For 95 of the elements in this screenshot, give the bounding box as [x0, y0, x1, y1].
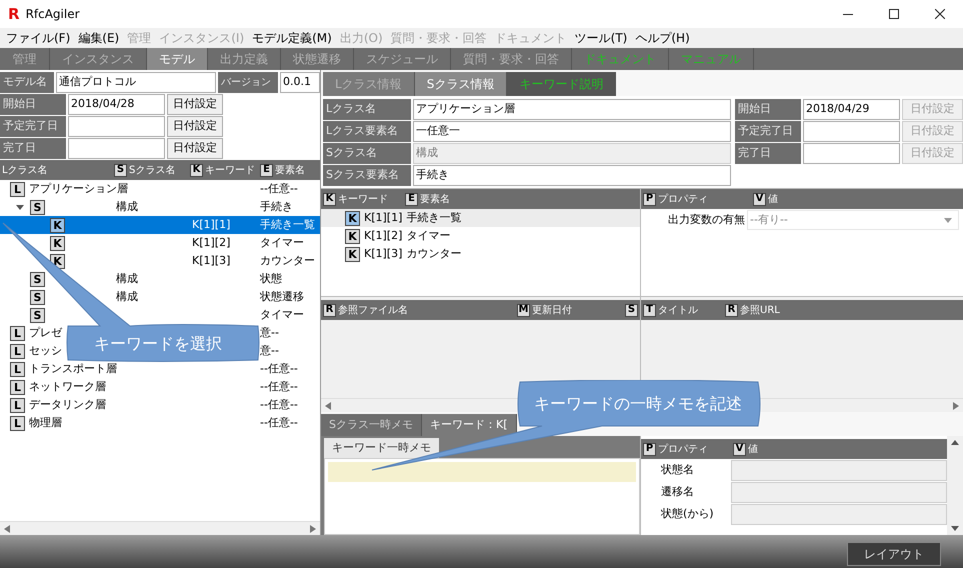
element-label: カウンター [406, 246, 462, 262]
letter-badge: T [643, 304, 656, 316]
tree-cell-text: カウンター [259, 254, 315, 267]
letter-badge: L [10, 398, 25, 412]
letter-badge: K [345, 246, 360, 262]
column-header: 参照URL [740, 304, 780, 318]
letter-badge: L [10, 362, 25, 376]
field-label: Lクラス要素名 [323, 121, 411, 142]
column-header: タイトル [658, 304, 698, 318]
tree-cell-text: 手続き [259, 200, 293, 213]
tree-cell-text: 構成 [115, 290, 138, 303]
letter-badge: P [643, 192, 656, 206]
tree-cell-text: --任意-- [259, 398, 298, 411]
element-label: タイマー [406, 228, 450, 244]
field-label: モデル名 [0, 72, 54, 93]
letter-badge: L [10, 344, 25, 358]
property-name: 状態(から) [660, 506, 715, 522]
letter-badge: S [30, 308, 45, 322]
letter-badge: L [10, 380, 25, 394]
property-name: 状態名 [660, 462, 695, 478]
column-header: Lクラス名 [2, 164, 48, 178]
tree-cell-text: K[1][1] [191, 218, 230, 231]
field-label: 開始日 [735, 99, 801, 120]
field-label: 開始日 [0, 94, 66, 115]
letter-badge: V [733, 442, 746, 456]
tree-label: アプリケーション層 [29, 180, 128, 197]
tree-label: セッシ [29, 342, 62, 359]
element-label: 手続き一覧 [406, 210, 462, 226]
letter-badge: L [10, 416, 25, 430]
tree-cell-text: 状態遷移 [259, 290, 304, 303]
field-label: 完了日 [0, 138, 66, 159]
tree-cell-text: 構成 [115, 200, 138, 213]
letter-badge: K [50, 236, 65, 250]
letter-badge: M [517, 304, 530, 316]
field-label: Sクラス名 [323, 143, 411, 164]
tree-cell-text: タイマー [259, 308, 304, 321]
letter-badge: L [10, 326, 25, 340]
tree-label: トランスポート層 [29, 360, 117, 377]
letter-badge: K [345, 228, 360, 244]
letter-badge: S [30, 290, 45, 304]
letter-badge: L [10, 182, 25, 196]
tree-cell-text: 手続き一覧 [259, 218, 315, 231]
column-header: プロパティ [658, 192, 708, 206]
property-name: 出力変数の有無 [667, 212, 746, 228]
tree-cell-text: --任意-- [259, 182, 298, 195]
tree-cell-text: --任意-- [259, 362, 298, 375]
keyword-label: K[1][1] [364, 210, 402, 226]
tree-label: ネットワーク層 [29, 378, 106, 395]
letter-badge: K [50, 218, 65, 232]
letter-badge: R [725, 304, 738, 316]
column-header: 更新日付 [532, 304, 572, 318]
window-title: RfcAgiler [26, 6, 80, 23]
column-header: 値 [768, 192, 778, 206]
tree-cell-text: --任意-- [259, 416, 298, 429]
tree-label: データリンク層 [29, 396, 106, 413]
column-header: 値 [748, 442, 758, 456]
keyword-label: K[1][3] [364, 246, 402, 262]
tree-cell-text: 状態 [259, 272, 282, 285]
letter-badge: R [323, 304, 336, 316]
tree-cell-text: K[1][3] [191, 254, 230, 267]
tree-cell-text: 意-- [259, 344, 279, 357]
field-label: バージョン [218, 72, 278, 93]
field-label: Lクラス名 [323, 99, 411, 120]
letter-badge: S [30, 200, 45, 214]
field-label: 予定完了日 [0, 116, 66, 137]
column-header: 参照ファイル名 [338, 304, 408, 318]
column-header: 要素名 [420, 192, 450, 206]
column-header: Sクラス名 [129, 164, 176, 178]
tree-label: 物理層 [29, 414, 62, 431]
column-header: キーワード [338, 192, 388, 206]
tree-cell-text: タイマー [259, 236, 304, 249]
column-header: プロパティ [658, 442, 708, 456]
letter-badge: V [753, 192, 766, 206]
property-name: 遷移名 [660, 484, 695, 500]
field-label: Sクラス要素名 [323, 165, 411, 186]
column-header: 要素名 [275, 164, 305, 178]
letter-badge: S [625, 304, 638, 316]
letter-badge: P [643, 442, 656, 456]
tree-cell-text: --任意-- [259, 380, 298, 393]
letter-badge: K [345, 210, 360, 226]
letter-badge: E [260, 164, 273, 176]
keyword-label: K[1][2] [364, 228, 402, 244]
letter-badge: S [114, 164, 127, 176]
field-label: 完了日 [735, 143, 801, 164]
tree-cell-text: K[1][2] [191, 236, 230, 249]
letter-badge: K [323, 192, 336, 206]
tree-label: プレゼ [29, 324, 62, 341]
letter-badge: E [405, 192, 418, 206]
app-logo: R [8, 6, 20, 22]
field-label: 予定完了日 [735, 121, 801, 142]
column-header: キーワード [205, 164, 255, 178]
tree-cell-text: 構成 [115, 272, 138, 285]
tree-cell-text: 意-- [259, 326, 279, 339]
letter-badge: K [190, 164, 203, 176]
letter-badge: S [30, 272, 45, 286]
